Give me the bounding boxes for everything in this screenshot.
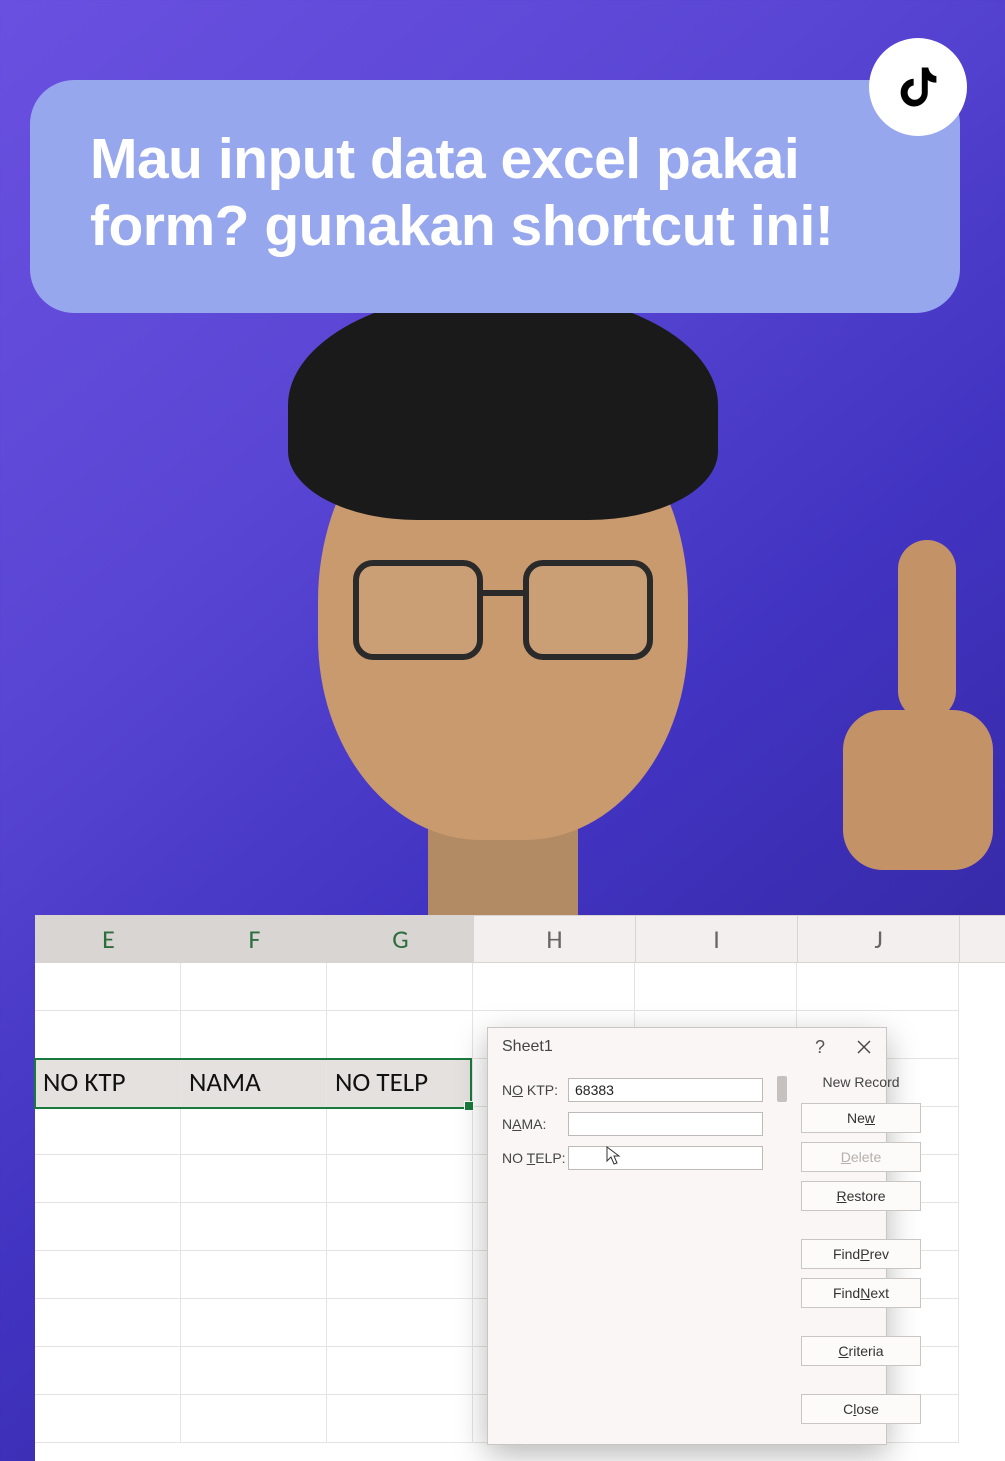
dialog-fields: NO KTP: NAMA: NO TELP: [502, 1074, 763, 1424]
record-status: New Record [801, 1074, 921, 1090]
cell[interactable] [181, 1251, 327, 1299]
cell[interactable] [35, 1011, 181, 1059]
cell[interactable] [35, 1251, 181, 1299]
cell[interactable] [181, 1347, 327, 1395]
field-label-nama: NAMA: [502, 1116, 568, 1132]
field-input-noktp[interactable] [568, 1078, 763, 1102]
cell[interactable] [181, 1395, 327, 1443]
criteria-button[interactable]: Criteria [801, 1336, 921, 1366]
cell[interactable] [327, 1107, 473, 1155]
find-prev-button[interactable]: Find Prev [801, 1239, 921, 1269]
cell[interactable] [35, 1395, 181, 1443]
caption-bubble: Mau input data excel pakai form? gunakan… [30, 80, 960, 313]
close-icon[interactable] [842, 1028, 886, 1066]
cell-no-telp[interactable]: NO TELP [327, 1059, 473, 1107]
cell[interactable] [327, 1347, 473, 1395]
restore-button[interactable]: Restore [801, 1181, 921, 1211]
cell[interactable] [635, 963, 797, 1011]
cell[interactable] [181, 1107, 327, 1155]
field-input-notelp[interactable] [568, 1146, 763, 1170]
cell[interactable] [327, 1299, 473, 1347]
cell-no-ktp[interactable]: NO KTP [35, 1059, 181, 1107]
col-header-h[interactable]: H [474, 916, 636, 962]
cell[interactable] [35, 1155, 181, 1203]
cell[interactable] [473, 963, 635, 1011]
cell[interactable] [35, 1203, 181, 1251]
dialog-help-button[interactable]: ? [798, 1028, 842, 1066]
spreadsheet-panel: E F G H I J NO KTP NAMA NO TELP [35, 915, 1005, 1461]
col-header-i[interactable]: I [636, 916, 798, 962]
cell[interactable] [35, 1107, 181, 1155]
col-header-g[interactable]: G [328, 916, 474, 962]
col-header-j[interactable]: J [798, 916, 960, 962]
col-header-e[interactable]: E [36, 916, 182, 962]
cell[interactable] [327, 1203, 473, 1251]
col-header-f[interactable]: F [182, 916, 328, 962]
cell[interactable] [181, 1203, 327, 1251]
field-label-notelp: NO TELP: [502, 1150, 568, 1166]
cell[interactable] [327, 1251, 473, 1299]
delete-button: Delete [801, 1142, 921, 1172]
tiktok-icon [869, 38, 967, 136]
find-next-button[interactable]: Find Next [801, 1278, 921, 1308]
close-button[interactable]: Close [801, 1394, 921, 1424]
cell[interactable] [327, 1155, 473, 1203]
field-label-noktp: NO KTP: [502, 1082, 568, 1098]
cell[interactable] [181, 963, 327, 1011]
cell[interactable] [35, 1347, 181, 1395]
cell[interactable] [797, 963, 959, 1011]
cell-nama[interactable]: NAMA [181, 1059, 327, 1107]
cell[interactable] [181, 1155, 327, 1203]
column-headers: E F G H I J [35, 915, 1005, 963]
cell[interactable] [35, 963, 181, 1011]
cell[interactable] [181, 1299, 327, 1347]
data-form-dialog: Sheet1 ? NO KTP: NAMA: NO TELP: [487, 1027, 887, 1445]
cell[interactable] [327, 963, 473, 1011]
caption-text: Mau input data excel pakai form? gunakan… [90, 127, 833, 258]
grid: NO KTP NAMA NO TELP [35, 963, 1005, 1443]
new-button[interactable]: New [801, 1103, 921, 1133]
dialog-scrollbar[interactable] [773, 1074, 791, 1424]
cell[interactable] [327, 1011, 473, 1059]
cell[interactable] [181, 1011, 327, 1059]
field-input-nama[interactable] [568, 1112, 763, 1136]
cell[interactable] [327, 1395, 473, 1443]
cell[interactable] [35, 1299, 181, 1347]
